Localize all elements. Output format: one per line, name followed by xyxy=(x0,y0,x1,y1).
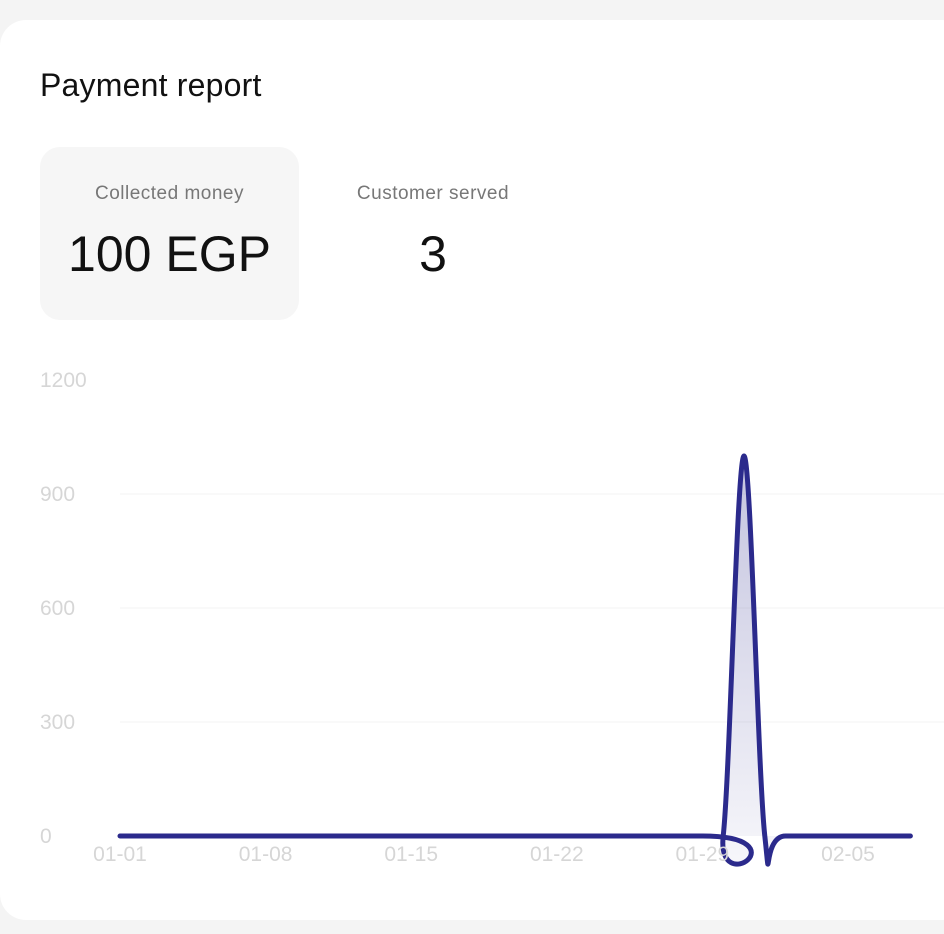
series-area xyxy=(120,456,911,865)
x-tick-label: 01-22 xyxy=(530,843,584,866)
x-tick-label: 01-29 xyxy=(676,843,730,866)
y-tick-label: 1200 xyxy=(40,369,87,392)
y-tick-label: 300 xyxy=(40,711,75,734)
customers-served-label: Customer served xyxy=(356,183,510,204)
y-tick-label: 600 xyxy=(40,597,75,620)
payment-chart: 0 300 600 900 1200 01-01 01-08 01-15 01-22 01-29… xyxy=(40,369,944,867)
collected-money-value: 100 EGP xyxy=(68,226,271,282)
x-tick-label: 01-01 xyxy=(93,843,147,866)
x-tick-label: 01-08 xyxy=(239,843,293,866)
y-tick-label: 900 xyxy=(40,483,75,506)
page-title: Payment report xyxy=(40,67,262,103)
x-tick-label: 01-15 xyxy=(384,843,438,866)
y-tick-label: 0 xyxy=(40,825,52,848)
series-line xyxy=(117,453,913,867)
collected-money-card[interactable]: Collected money 100 EGP xyxy=(40,147,299,320)
collected-money-label: Collected money xyxy=(94,183,245,204)
customers-served-value: 3 xyxy=(419,226,447,282)
x-tick-label: 02-05 xyxy=(821,843,875,866)
customers-served-card[interactable]: Customer served 3 xyxy=(307,147,559,320)
